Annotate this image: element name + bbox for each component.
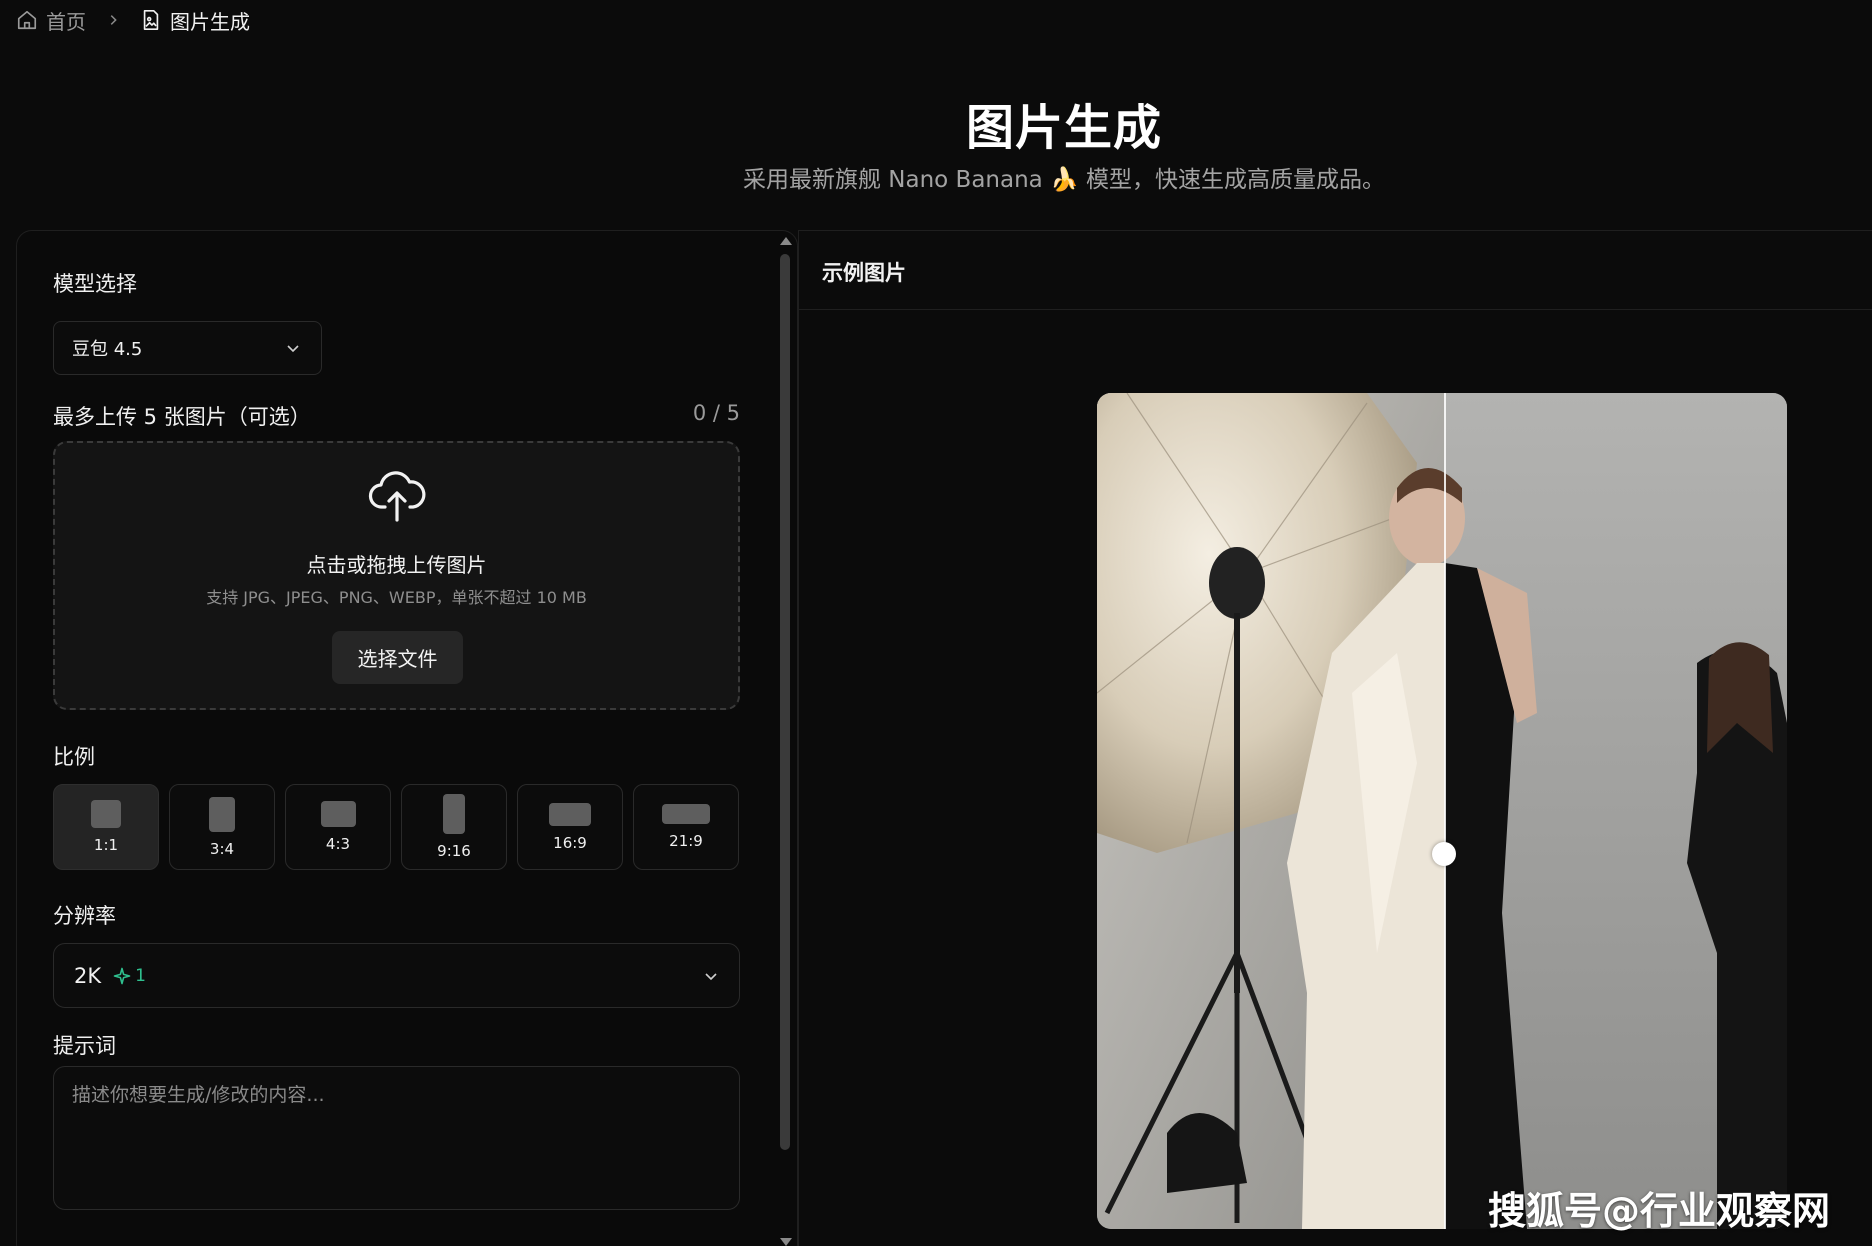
credit-cost: 1 bbox=[113, 966, 146, 986]
ratio-option-label: 3:4 bbox=[209, 839, 235, 858]
choose-file-button[interactable]: 选择文件 bbox=[332, 631, 463, 684]
chevron-down-icon bbox=[705, 972, 717, 980]
breadcrumb-current: 图片生成 bbox=[140, 6, 250, 35]
ratio-option-16-9[interactable]: 16:9 bbox=[517, 784, 623, 870]
upload-hint: 支持 JPG、JPEG、PNG、WEBP，单张不超过 10 MB bbox=[206, 588, 587, 607]
resolution-value: 2K bbox=[74, 963, 102, 988]
chevron-down-icon bbox=[287, 345, 299, 353]
model-label: 模型选择 bbox=[53, 272, 137, 296]
ratio-9-16-icon bbox=[443, 794, 465, 834]
ratio-option-label: 1:1 bbox=[93, 836, 119, 854]
compare-slider-handle[interactable] bbox=[1432, 842, 1456, 866]
resolution-select[interactable]: 2K 1 bbox=[53, 943, 740, 1008]
scroll-down-arrow[interactable] bbox=[780, 1238, 792, 1246]
page-subtitle: 采用最新旗舰 Nano Banana 🍌 模型，快速生成高质量成品。 bbox=[742, 167, 1386, 193]
breadcrumb-home-label: 首页 bbox=[46, 9, 86, 34]
page-title: 图片生成 bbox=[965, 100, 1162, 156]
model-select-value: 豆包 4.5 bbox=[72, 339, 143, 360]
image-file-icon bbox=[143, 10, 159, 30]
breadcrumb-home-link[interactable]: 首页 bbox=[16, 6, 86, 35]
ratio-option-4-3[interactable]: 4:3 bbox=[285, 784, 391, 870]
ratio-option-1-1[interactable]: 1:1 bbox=[53, 784, 159, 870]
upload-title: 点击或拖拽上传图片 bbox=[306, 553, 487, 577]
breadcrumb: 首页 图片生成 bbox=[16, 6, 250, 34]
ratio-option-label: 21:9 bbox=[669, 832, 703, 850]
home-icon bbox=[17, 10, 37, 30]
upload-count: 0 / 5 bbox=[692, 401, 740, 425]
example-title: 示例图片 bbox=[822, 261, 906, 285]
ratio-option-3-4[interactable]: 3:4 bbox=[169, 784, 275, 870]
ratio-16-9-icon bbox=[549, 802, 591, 826]
scroll-up-arrow[interactable] bbox=[780, 237, 792, 245]
ratio-option-21-9[interactable]: 21:9 bbox=[633, 784, 739, 870]
resolution-label: 分辨率 bbox=[53, 904, 116, 928]
chevron-right-icon bbox=[110, 15, 117, 25]
breadcrumb-current-label: 图片生成 bbox=[170, 9, 250, 34]
ratio-option-9-16[interactable]: 9:16 bbox=[401, 784, 507, 870]
ratio-option-label: 4:3 bbox=[325, 835, 351, 853]
example-photo bbox=[1097, 393, 1787, 1229]
ratio-option-label: 9:16 bbox=[437, 842, 471, 860]
example-compare-image[interactable] bbox=[1097, 393, 1787, 1229]
ratio-21-9-icon bbox=[662, 804, 710, 824]
cloud-upload-icon bbox=[368, 471, 426, 522]
prompt-label: 提示词 bbox=[53, 1034, 116, 1058]
example-divider bbox=[798, 309, 1872, 310]
credit-cost-value: 1 bbox=[135, 965, 146, 986]
upload-dropzone[interactable]: 点击或拖拽上传图片 支持 JPG、JPEG、PNG、WEBP，单张不超过 10 … bbox=[53, 441, 740, 710]
ratio-1-1-icon bbox=[91, 800, 121, 828]
ratio-label: 比例 bbox=[53, 745, 95, 769]
watermark-text: 搜狐号@行业观察网 bbox=[1488, 1189, 1831, 1233]
ratio-3-4-icon bbox=[209, 796, 235, 832]
ratio-4-3-icon bbox=[320, 801, 356, 827]
sparkle-icon bbox=[113, 967, 131, 984]
ratio-option-label: 16:9 bbox=[553, 833, 587, 852]
upload-label: 最多上传 5 张图片（可选） bbox=[53, 405, 311, 429]
prompt-input[interactable] bbox=[53, 1066, 740, 1210]
model-select[interactable]: 豆包 4.5 bbox=[53, 321, 322, 375]
form-scrollbar-thumb[interactable] bbox=[780, 254, 790, 1150]
